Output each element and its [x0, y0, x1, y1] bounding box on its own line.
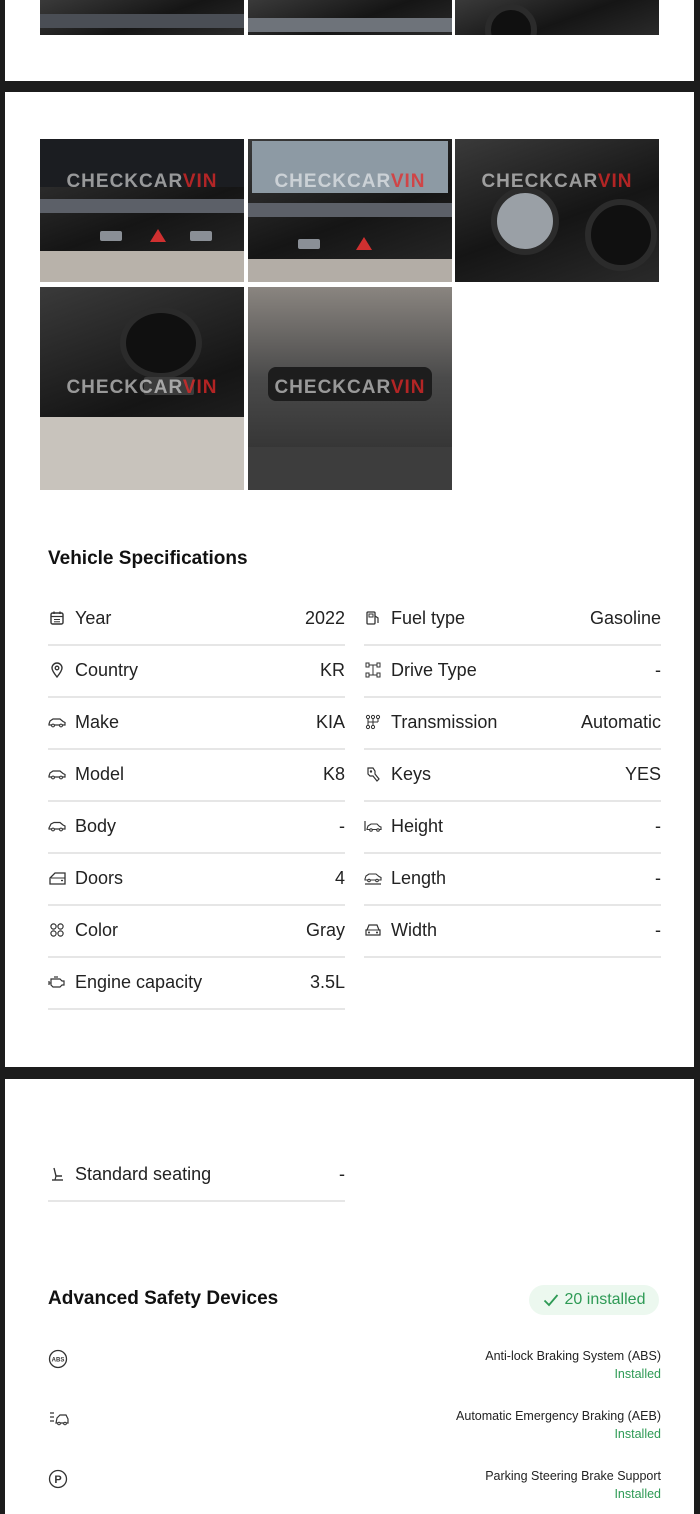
safety-item-status: Installed — [614, 1427, 661, 1441]
spec-row-body: Body - — [48, 800, 345, 854]
spec-value: Automatic — [580, 711, 661, 732]
spec-label: Country — [75, 659, 139, 680]
color-grid-icon — [48, 921, 66, 939]
spec-value: - — [655, 867, 661, 888]
vehicle-photo[interactable]: CHECKCARVIN — [40, 287, 244, 490]
photo-watermark: CHECKCARVIN — [481, 171, 633, 192]
engine-icon — [48, 973, 66, 991]
vehicle-photo[interactable]: CHECKCARVIN — [455, 139, 659, 282]
spec-value: - — [655, 659, 661, 680]
drivetrain-icon — [364, 661, 382, 679]
spec-label: Body — [75, 815, 117, 836]
spec-label: Engine capacity — [75, 971, 203, 992]
car-body-icon — [48, 817, 66, 835]
photo-watermark: CHECKCARVIN — [66, 377, 218, 398]
spec-label: Make — [75, 711, 120, 732]
photo-watermark: CHECKCARVIN — [274, 377, 426, 398]
safety-item-status: Installed — [614, 1367, 661, 1381]
location-pin-icon — [48, 661, 66, 679]
spec-value: Gasoline — [589, 607, 661, 628]
car-length-icon — [364, 869, 382, 887]
aeb-icon — [48, 1409, 70, 1431]
fuel-pump-icon — [364, 609, 382, 627]
spec-row-doors: Doors 4 — [48, 852, 345, 906]
car-icon — [48, 713, 66, 731]
section-title-safety: Advanced Safety Devices — [48, 1288, 279, 1309]
key-icon — [364, 765, 382, 783]
photo-watermark: CHECKCARVIN — [66, 171, 218, 192]
safety-item-status: Installed — [614, 1487, 661, 1501]
safety-item-name: Automatic Emergency Braking (AEB) — [456, 1409, 661, 1423]
calendar-icon — [48, 609, 66, 627]
spec-row-width: Width - — [364, 904, 661, 958]
abs-icon: ABS — [48, 1349, 70, 1371]
spec-row-country: Country KR — [48, 644, 345, 698]
gearbox-icon — [364, 713, 382, 731]
vehicle-photo[interactable] — [248, 0, 452, 35]
spec-row-color: Color Gray — [48, 904, 345, 958]
spec-value: K8 — [322, 763, 345, 784]
spec-label: Length — [391, 867, 447, 888]
checkmark-icon — [543, 1293, 559, 1307]
spec-value: 2022 — [304, 607, 345, 628]
spec-row-keys: Keys YES — [364, 748, 661, 802]
spec-row-transmission: Transmission Automatic — [364, 696, 661, 750]
spec-row-year: Year 2022 — [48, 592, 345, 646]
installed-count-label: 20 installed — [564, 1291, 646, 1308]
safety-item: P Parking Steering Brake Support Install… — [48, 1469, 661, 1509]
vehicle-photo[interactable]: CHECKCARVIN — [248, 139, 452, 282]
door-icon — [48, 869, 66, 887]
spec-value: - — [339, 815, 345, 836]
spec-label: Width — [391, 919, 438, 940]
vehicle-photo[interactable]: CHECKCARVIN — [248, 287, 452, 490]
safety-item-name: Anti-lock Braking System (ABS) — [485, 1349, 661, 1363]
parking-icon: P — [48, 1469, 70, 1491]
svg-text:ABS: ABS — [52, 1358, 65, 1364]
car-width-icon — [364, 921, 382, 939]
spec-label: Doors — [75, 867, 124, 888]
spec-row-engine-capacity: Engine capacity 3.5L — [48, 956, 345, 1010]
vehicle-photo[interactable]: CHECKCARVIN — [40, 139, 244, 282]
spec-row-height: Height - — [364, 800, 661, 854]
spec-row-fuel-type: Fuel type Gasoline — [364, 592, 661, 646]
spec-label: Keys — [391, 763, 432, 784]
installed-count-badge: 20 installed — [529, 1285, 659, 1315]
spec-label: Standard seating — [75, 1163, 212, 1184]
vehicle-details-panel-continued: Standard seating - Advanced Safety Devic… — [5, 1079, 694, 1514]
vehicle-photo[interactable] — [40, 0, 244, 35]
spec-row-drive-type: Drive Type - — [364, 644, 661, 698]
safety-item: Automatic Emergency Braking (AEB) Instal… — [48, 1409, 661, 1449]
vehicle-details-panel: CHECKCARVIN CHECKCARVIN CHECKCARVIN CHEC… — [5, 92, 694, 1067]
spec-label: Height — [391, 815, 444, 836]
vehicle-photo[interactable] — [455, 0, 659, 35]
spec-row-standard-seating: Standard seating - — [48, 1148, 345, 1202]
photo-watermark: CHECKCARVIN — [274, 171, 426, 192]
photo-panel-previous — [5, 0, 694, 81]
car-height-icon — [364, 817, 382, 835]
spec-label: Model — [75, 763, 125, 784]
spec-row-make: Make KIA — [48, 696, 345, 750]
spec-value: KR — [319, 659, 345, 680]
section-title-specifications: Vehicle Specifications — [48, 548, 248, 569]
spec-label: Transmission — [391, 711, 498, 732]
spec-row-model: Model K8 — [48, 748, 345, 802]
spec-value: - — [339, 1163, 345, 1184]
spec-value: Gray — [305, 919, 345, 940]
svg-text:P: P — [54, 1474, 61, 1486]
spec-label: Year — [75, 607, 112, 628]
spec-value: KIA — [315, 711, 345, 732]
spec-label: Color — [75, 919, 119, 940]
seat-icon — [48, 1165, 66, 1183]
spec-row-length: Length - — [364, 852, 661, 906]
safety-item-name: Parking Steering Brake Support — [485, 1469, 661, 1483]
spec-value: - — [655, 919, 661, 940]
safety-item: ABS Anti-lock Braking System (ABS) Insta… — [48, 1349, 661, 1389]
spec-value: 3.5L — [309, 971, 345, 992]
spec-value: - — [655, 815, 661, 836]
spec-label: Fuel type — [391, 607, 466, 628]
spec-value: 4 — [334, 867, 345, 888]
spec-label: Drive Type — [391, 659, 477, 680]
spec-value: YES — [624, 763, 661, 784]
car-icon — [48, 765, 66, 783]
